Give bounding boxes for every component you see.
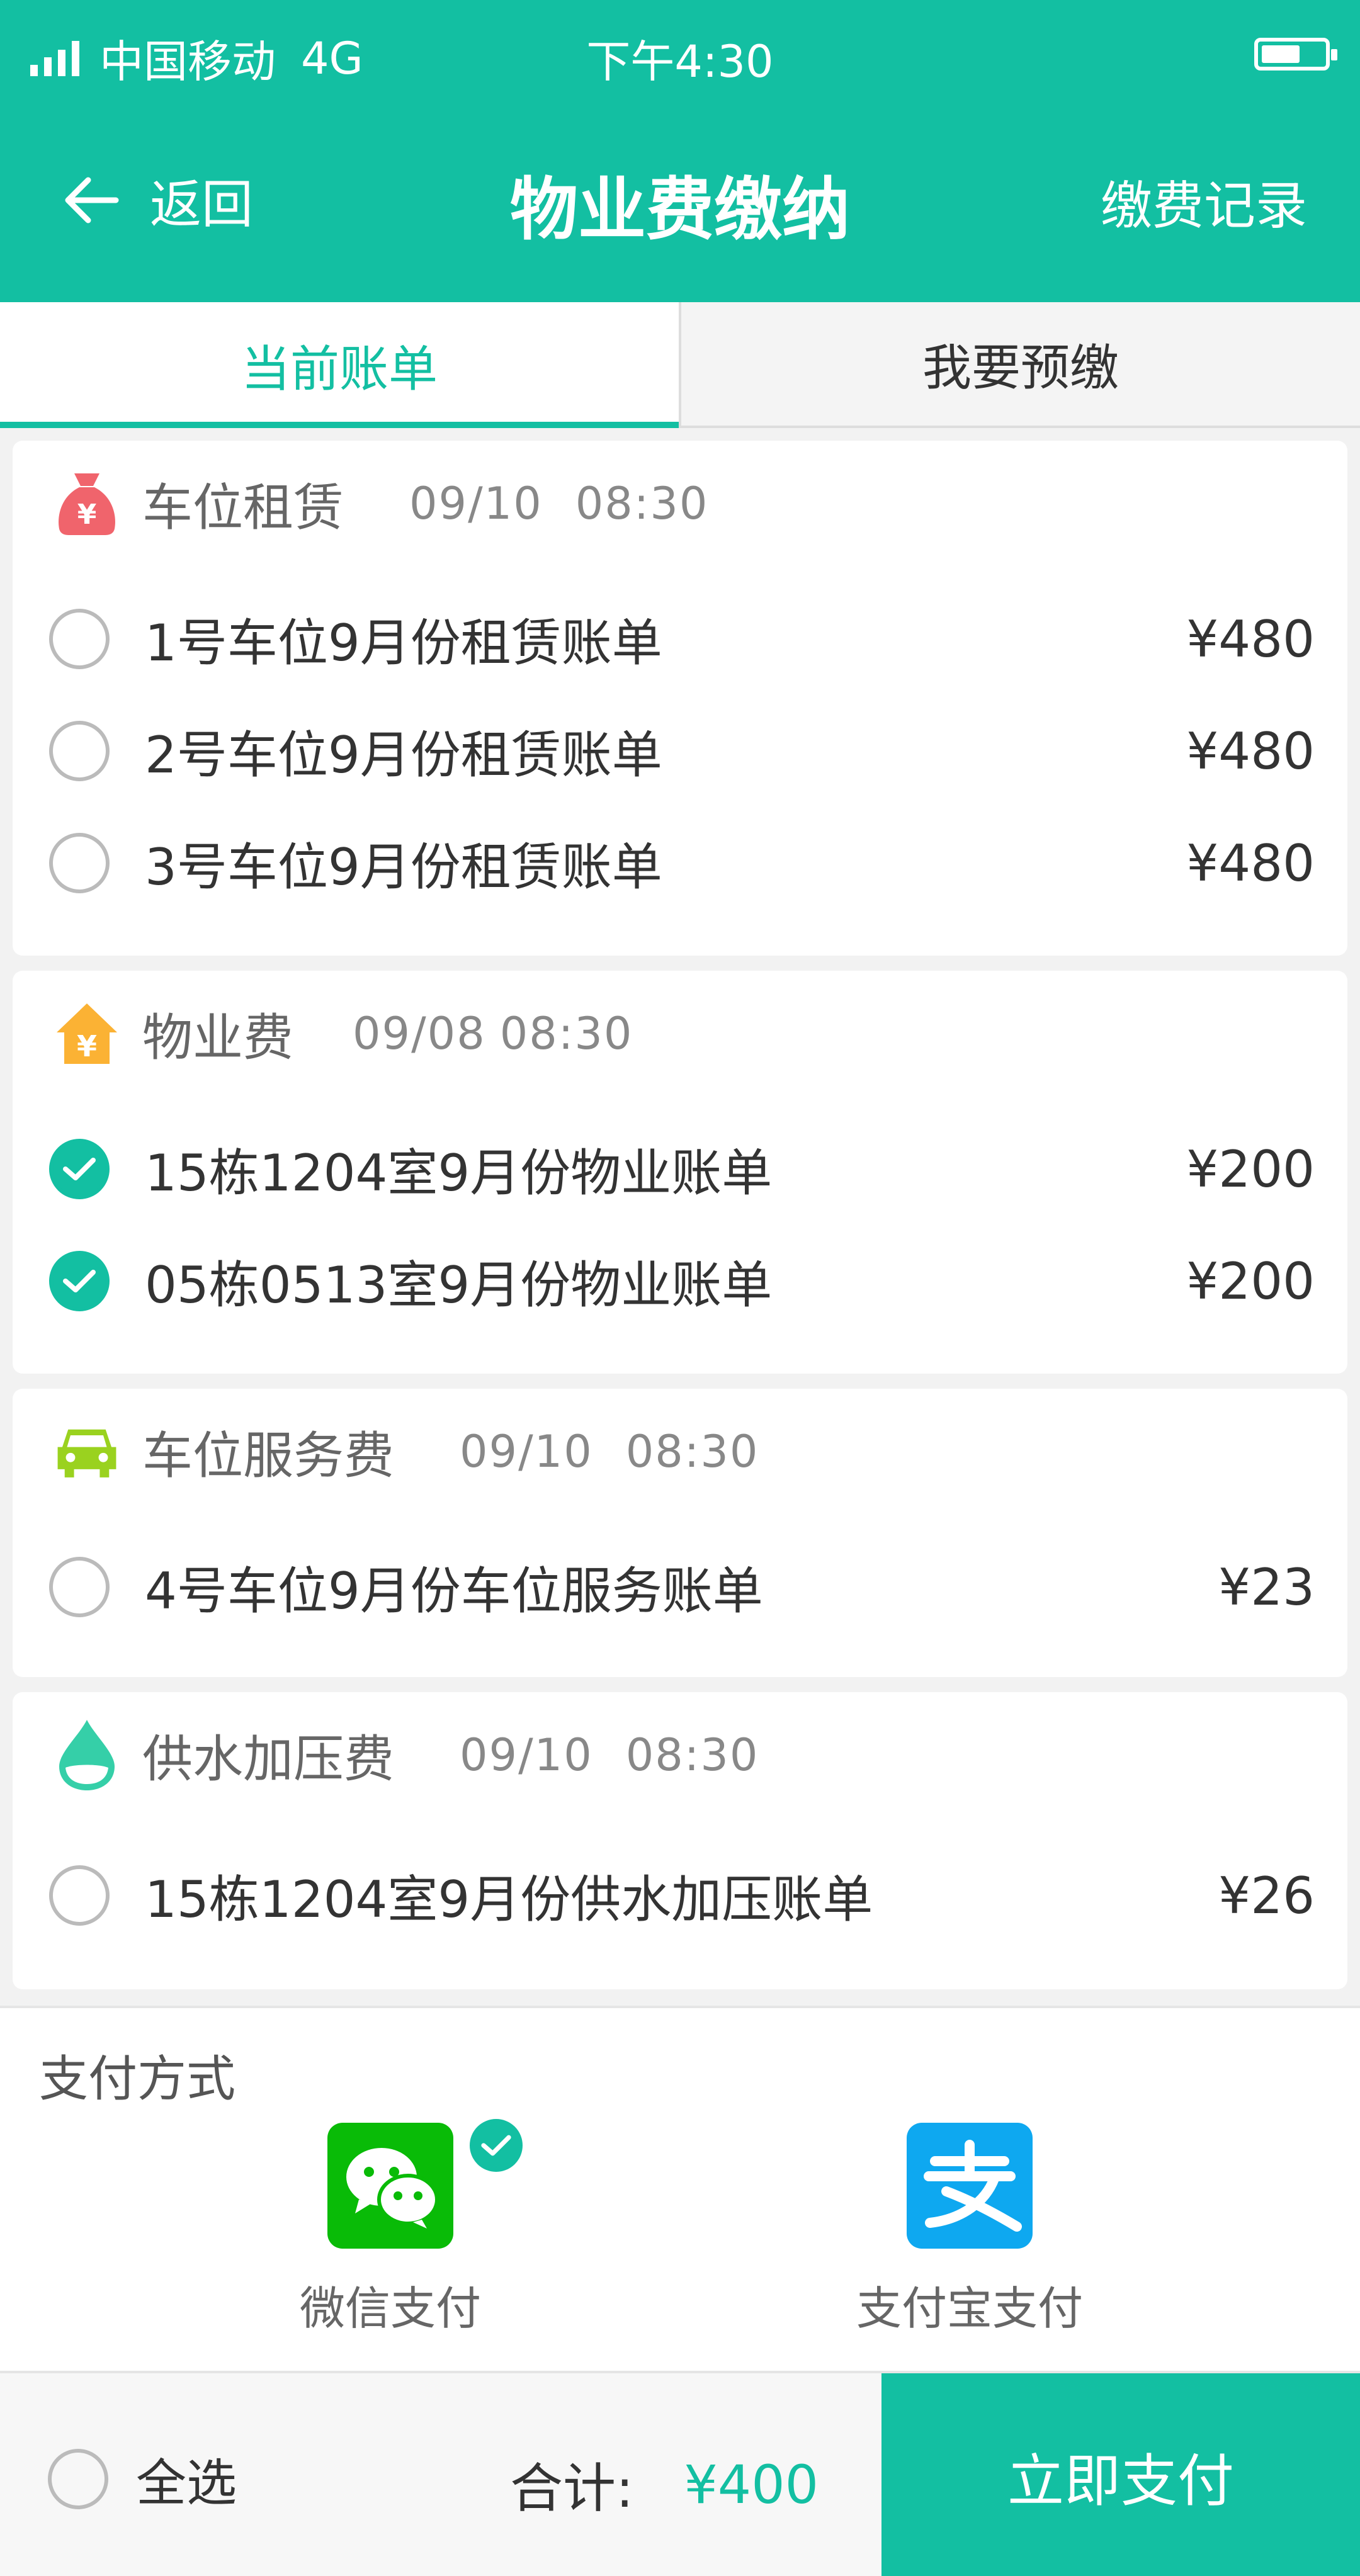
alipay-icon bbox=[907, 2123, 1033, 2249]
bill-label: 3号车位9月份租赁账单 bbox=[145, 838, 662, 896]
bill-amount: ¥26 bbox=[1218, 1866, 1315, 1925]
tab-current-bills[interactable]: 当前账单 bbox=[0, 302, 679, 428]
bill-checkbox[interactable] bbox=[49, 609, 110, 669]
selected-check-icon bbox=[466, 2115, 526, 2176]
bill-group-parking-service: 车位服务费 09/10 08:30 4号车位9月份车位服务账单 ¥23 bbox=[13, 1389, 1347, 1677]
bill-label: 1号车位9月份租赁账单 bbox=[145, 614, 662, 672]
bill-checkbox[interactable] bbox=[49, 833, 110, 893]
svg-text:¥: ¥ bbox=[77, 1029, 97, 1063]
water-drop-icon bbox=[54, 1720, 120, 1790]
check-icon bbox=[63, 1158, 96, 1180]
bill-amount: ¥23 bbox=[1218, 1557, 1315, 1617]
bill-row[interactable]: 3号车位9月份租赁账单 ¥480 bbox=[49, 822, 1315, 904]
house-yen-icon: ¥ bbox=[54, 1001, 120, 1066]
group-title: 车位服务费 bbox=[142, 1426, 394, 1485]
car-icon bbox=[54, 1419, 120, 1484]
bill-row[interactable]: 15栋1204室9月份物业账单 ¥200 bbox=[49, 1128, 1315, 1210]
total-label: 合计: bbox=[510, 2458, 634, 2519]
check-icon bbox=[63, 1270, 96, 1292]
bill-group-parking-rental: ¥ 车位租赁 09/10 08:30 1号车位9月份租赁账单 ¥480 2号车位… bbox=[13, 441, 1347, 956]
group-date: 09/10 bbox=[460, 1426, 593, 1477]
bill-checkbox[interactable] bbox=[49, 1865, 110, 1926]
total-value: ¥400 bbox=[684, 2453, 819, 2516]
group-title: 物业费 bbox=[142, 1008, 293, 1067]
status-time: 下午4:30 bbox=[586, 36, 774, 88]
group-time: 08:30 bbox=[575, 478, 709, 529]
bill-label: 05栋0513室9月份物业账单 bbox=[145, 1256, 773, 1314]
money-bag-icon: ¥ bbox=[54, 471, 120, 536]
tab-prepay[interactable]: 我要预缴 bbox=[679, 302, 1360, 428]
bill-label: 4号车位9月份车位服务账单 bbox=[145, 1562, 763, 1620]
bill-label: 15栋1204室9月份供水加压账单 bbox=[145, 1870, 873, 1929]
header: 中国移动 4G 下午4:30 返回 物业费缴纳 缴费记录 bbox=[0, 0, 1360, 302]
bill-amount: ¥200 bbox=[1186, 1139, 1315, 1199]
bill-row[interactable]: 15栋1204室9月份供水加压账单 ¥26 bbox=[49, 1855, 1315, 1936]
bill-checkbox[interactable] bbox=[49, 721, 110, 781]
payment-method-title: 支付方式 bbox=[39, 2051, 236, 2108]
bill-checkbox-checked[interactable] bbox=[49, 1139, 110, 1199]
group-date: 09/10 bbox=[460, 1729, 593, 1781]
status-bar: 中国移动 4G 下午4:30 bbox=[0, 0, 1360, 107]
group-title: 供水加压费 bbox=[142, 1730, 394, 1788]
group-title: 车位租赁 bbox=[142, 478, 344, 537]
bill-group-water-pressure: 供水加压费 09/10 08:30 15栋1204室9月份供水加压账单 ¥26 bbox=[13, 1692, 1347, 1989]
bill-amount: ¥480 bbox=[1186, 721, 1315, 781]
pay-now-button[interactable]: 立即支付 bbox=[881, 2373, 1360, 2576]
group-date: 09/08 bbox=[353, 1008, 486, 1059]
bill-amount: ¥480 bbox=[1186, 833, 1315, 893]
bill-amount: ¥200 bbox=[1186, 1251, 1315, 1311]
payment-option-label: 支付宝支付 bbox=[856, 2282, 1083, 2335]
group-time: 08:30 bbox=[625, 1729, 759, 1781]
bill-amount: ¥480 bbox=[1186, 609, 1315, 669]
wechat-icon bbox=[327, 2123, 453, 2249]
payment-option-label: 微信支付 bbox=[299, 2282, 481, 2335]
total-summary: 合计: ¥400 bbox=[510, 2446, 819, 2522]
battery-icon bbox=[1254, 38, 1337, 71]
bill-label: 2号车位9月份租赁账单 bbox=[145, 726, 662, 784]
bill-row[interactable]: 05栋0513室9月份物业账单 ¥200 bbox=[49, 1240, 1315, 1322]
bill-row[interactable]: 4号车位9月份车位服务账单 ¥23 bbox=[49, 1546, 1315, 1628]
select-all-checkbox[interactable] bbox=[48, 2449, 108, 2509]
group-time: 08:30 bbox=[625, 1426, 759, 1477]
bill-label: 15栋1204室9月份物业账单 bbox=[145, 1144, 773, 1202]
bill-row[interactable]: 2号车位9月份租赁账单 ¥480 bbox=[49, 710, 1315, 792]
select-all-toggle[interactable]: 全选 bbox=[48, 2443, 237, 2516]
group-time: 08:30 bbox=[499, 1008, 633, 1059]
bill-checkbox[interactable] bbox=[49, 1557, 110, 1617]
svg-text:¥: ¥ bbox=[77, 499, 97, 531]
payment-option-alipay[interactable]: 支付宝支付 bbox=[831, 2123, 1108, 2337]
payment-records-link[interactable]: 缴费记录 bbox=[1101, 164, 1307, 239]
checkout-bar: 全选 合计: ¥400 立即支付 bbox=[0, 2371, 1360, 2576]
bill-row[interactable]: 1号车位9月份租赁账单 ¥480 bbox=[49, 598, 1315, 680]
navbar: 返回 物业费缴纳 缴费记录 bbox=[0, 107, 1360, 302]
select-all-label: 全选 bbox=[136, 2454, 237, 2512]
tab-bar: 当前账单 我要预缴 bbox=[0, 302, 1360, 428]
payment-method-panel: 支付方式 微信支付 支付宝支付 bbox=[0, 2006, 1360, 2371]
group-date: 09/10 bbox=[409, 478, 543, 529]
bill-checkbox-checked[interactable] bbox=[49, 1251, 110, 1311]
bill-group-property-fee: ¥ 物业费 09/08 08:30 15栋1204室9月份物业账单 ¥200 0… bbox=[13, 971, 1347, 1374]
